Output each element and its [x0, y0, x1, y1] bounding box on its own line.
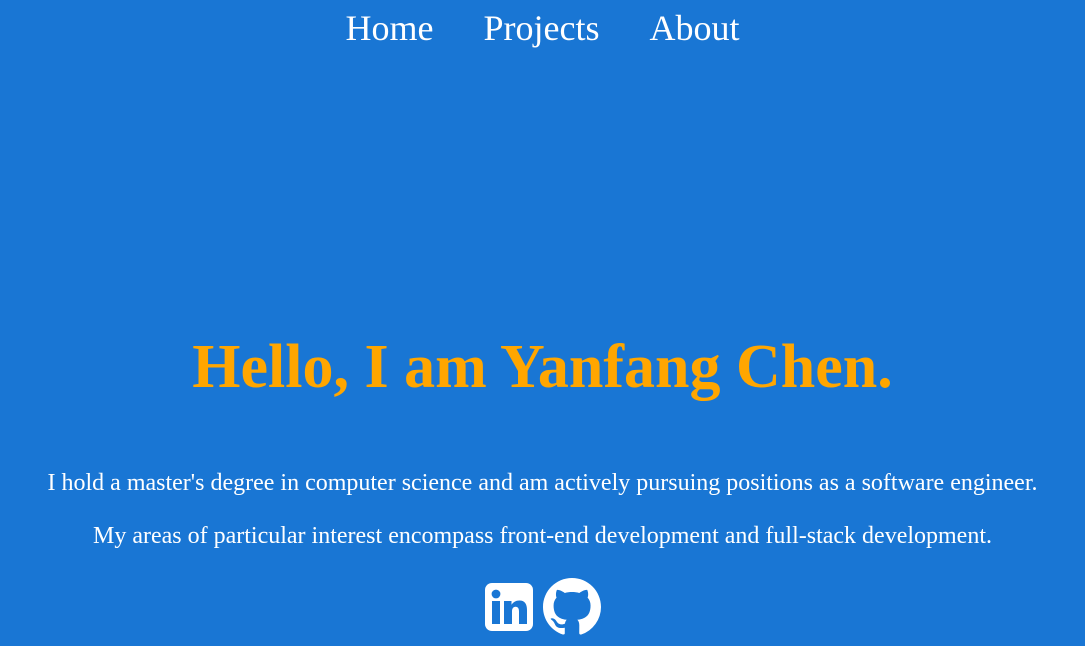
github-icon: [542, 578, 601, 635]
linkedin-link[interactable]: [484, 582, 533, 632]
github-link[interactable]: [542, 578, 601, 636]
nav-about-link[interactable]: About: [649, 7, 739, 49]
nav-home-link[interactable]: Home: [346, 7, 434, 49]
intro-interests-text: My areas of particular interest encompas…: [92, 523, 992, 549]
linkedin-icon: [484, 583, 533, 631]
top-nav: Home Projects About: [0, 7, 1085, 49]
nav-projects-link[interactable]: Projects: [484, 7, 600, 49]
intro-degree-text: I hold a master's degree in computer sci…: [47, 470, 1038, 496]
hero-title: Hello, I am Yanfang Chen.: [192, 333, 893, 401]
social-links: [0, 578, 1085, 636]
